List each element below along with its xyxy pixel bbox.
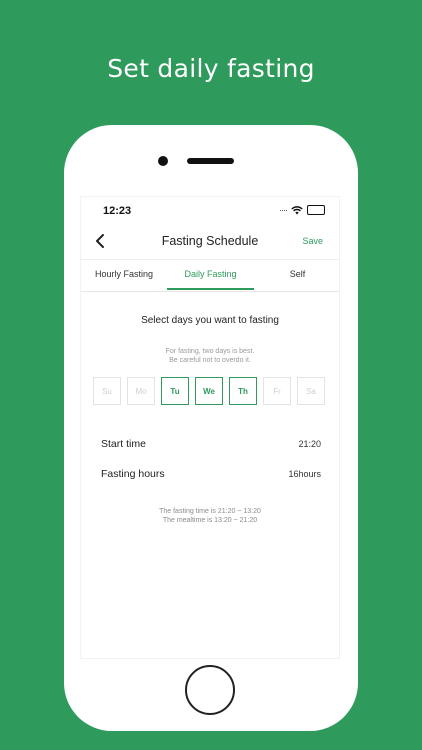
- day-sunday[interactable]: Su: [93, 377, 121, 405]
- hint-line-1: For fasting, two days is best.: [165, 348, 255, 355]
- app-screen: 12:23 ···· Fasting Schedule Save Hourly …: [80, 196, 340, 659]
- tab-self[interactable]: Self: [254, 260, 339, 290]
- save-button[interactable]: Save: [302, 236, 323, 246]
- status-time: 12:23: [103, 205, 132, 217]
- fasting-hours-value[interactable]: 16hours: [288, 469, 321, 479]
- day-tuesday[interactable]: Tu: [161, 377, 189, 405]
- battery-icon: [307, 205, 325, 215]
- fasting-hours-row[interactable]: Fasting hours 16hours: [101, 468, 321, 486]
- home-button: [185, 665, 235, 715]
- signal-icon: ····: [279, 205, 288, 215]
- tab-hourly-fasting[interactable]: Hourly Fasting: [81, 260, 167, 290]
- start-time-value[interactable]: 21:20: [298, 439, 321, 449]
- wifi-icon: [291, 205, 303, 214]
- day-thursday[interactable]: Th: [229, 377, 257, 405]
- hint-line-2: Be careful not to overdo it.: [169, 357, 251, 364]
- tab-daily-fasting[interactable]: Daily Fasting: [167, 260, 254, 290]
- day-wednesday[interactable]: We: [195, 377, 223, 405]
- day-monday[interactable]: Mo: [127, 377, 155, 405]
- fasting-hours-label: Fasting hours: [101, 468, 165, 480]
- headline: Set daily fasting: [107, 54, 315, 83]
- status-icons: ····: [279, 205, 325, 215]
- nav-bar: Fasting Schedule Save: [81, 227, 339, 255]
- speaker-grill: [187, 158, 234, 164]
- status-bar: 12:23 ····: [81, 197, 339, 223]
- start-time-label: Start time: [101, 438, 146, 450]
- day-friday[interactable]: Fr: [263, 377, 291, 405]
- camera-dot: [158, 156, 168, 166]
- day-selector: Su Mo Tu We Th Fr Sa: [93, 377, 329, 405]
- schedule-summary: The fasting time is 21:20 ~ 13:20 The me…: [81, 507, 339, 525]
- phone-frame: 12:23 ···· Fasting Schedule Save Hourly …: [64, 125, 358, 731]
- day-saturday[interactable]: Sa: [297, 377, 325, 405]
- fasting-hint: For fasting, two days is best. Be carefu…: [81, 347, 339, 365]
- fasting-time-note: The fasting time is 21:20 ~ 13:20: [159, 508, 261, 515]
- select-days-prompt: Select days you want to fasting: [141, 315, 279, 326]
- tab-bar: Hourly Fasting Daily Fasting Self: [81, 259, 339, 292]
- page-title: Fasting Schedule: [161, 234, 259, 248]
- mealtime-note: The mealtime is 13:20 ~ 21:20: [162, 517, 258, 524]
- start-time-row[interactable]: Start time 21:20: [101, 438, 321, 456]
